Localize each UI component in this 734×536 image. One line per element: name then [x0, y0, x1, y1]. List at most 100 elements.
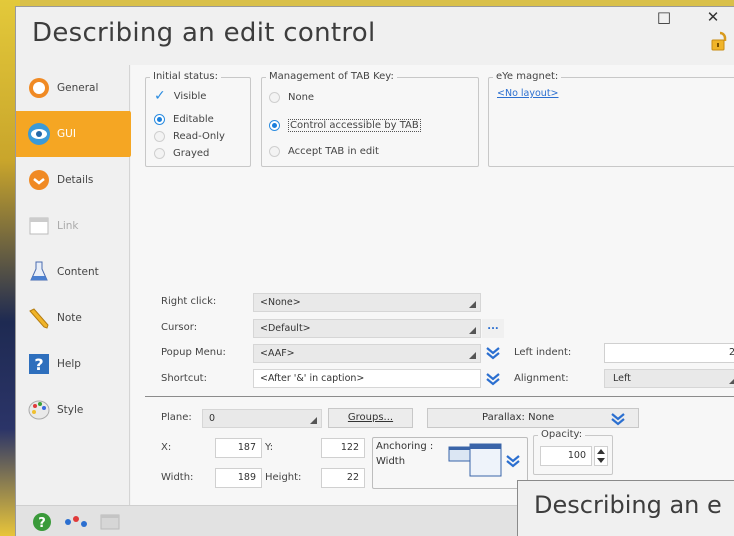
details-icon — [26, 167, 52, 193]
no-layout-link[interactable]: <No layout> — [497, 88, 559, 99]
shortcut-chevron-icon[interactable] — [485, 371, 501, 387]
sidebar-item-label: General — [57, 82, 99, 94]
combo-arrow-icon — [469, 301, 476, 308]
background-window: Describing an e — [517, 480, 734, 536]
radio-tab-accept[interactable]: Accept TAB in edit — [269, 146, 379, 157]
sidebar-item-style[interactable]: Style — [16, 387, 130, 433]
sidebar-item-general[interactable]: General — [16, 65, 130, 111]
right-click-combo[interactable]: <None> — [253, 293, 481, 312]
tab-key-group: Management of TAB Key: None Control acce… — [261, 71, 479, 167]
width-label: Width: — [161, 472, 194, 483]
sidebar-item-label: Details — [57, 174, 94, 186]
radio-editable[interactable]: Editable — [154, 114, 214, 125]
visible-checkbox[interactable]: ✓ Visible — [154, 88, 206, 104]
link-icon — [26, 213, 52, 239]
anchoring-chevron-icon — [506, 455, 520, 468]
pencil-icon — [26, 305, 52, 331]
opacity-group: Opacity: 100 — [533, 429, 613, 475]
radio-label: Editable — [173, 114, 214, 125]
opacity-spinner[interactable] — [594, 446, 608, 466]
shortcut-field[interactable]: <After '&' in caption> — [253, 369, 481, 388]
sidebar-item-content[interactable]: Content — [16, 249, 130, 295]
radio-indicator — [269, 120, 280, 131]
close-button[interactable]: ✕ — [693, 7, 733, 29]
plane-combo[interactable]: 0 — [202, 409, 322, 428]
group-title: Management of TAB Key: — [266, 71, 397, 82]
parallax-button[interactable]: Parallax: None — [427, 408, 639, 428]
cursor-label: Cursor: — [161, 322, 198, 333]
button-label: Parallax: None — [482, 412, 555, 423]
height-input[interactable]: 22 — [321, 468, 365, 488]
radio-tab-none[interactable]: None — [269, 92, 314, 103]
popup-menu-chevron-icon[interactable] — [485, 345, 501, 361]
alignment-combo[interactable]: Left — [604, 369, 734, 388]
anchoring-label: Anchoring : — [376, 441, 434, 452]
sidebar-item-link[interactable]: Link — [16, 203, 130, 249]
radio-label: Control accessible by TAB — [288, 119, 421, 132]
right-click-label: Right click: — [161, 296, 217, 307]
radio-label: Grayed — [173, 148, 210, 159]
group-title: Initial status: — [150, 71, 221, 82]
shortcut-label: Shortcut: — [161, 373, 207, 384]
maximize-button[interactable]: □ — [644, 7, 684, 29]
cursor-combo[interactable]: <Default> — [253, 319, 481, 338]
help-icon: ? — [26, 351, 52, 377]
group-title: eYe magnet: — [493, 71, 562, 82]
sidebar-item-label: Content — [57, 266, 99, 278]
checkmark-icon: ✓ — [154, 88, 166, 104]
combo-arrow-icon — [729, 377, 734, 384]
opacity-input[interactable]: 100 — [540, 446, 592, 466]
radio-indicator — [154, 131, 165, 142]
visible-label: Visible — [173, 90, 207, 102]
sidebar-item-label: Note — [57, 312, 82, 324]
anchoring-box[interactable]: Anchoring : Width — [372, 437, 528, 489]
popup-menu-label: Popup Menu: — [161, 347, 226, 358]
combo-value: 0 — [209, 413, 216, 424]
cursor-browse-button[interactable]: ... — [482, 319, 504, 338]
magnet-group: eYe magnet: <No layout> — [488, 71, 734, 167]
y-input[interactable]: 122 — [321, 438, 365, 458]
combo-arrow-icon — [469, 352, 476, 359]
button-label: Groups... — [347, 412, 394, 423]
sidebar-item-label: Link — [57, 220, 79, 232]
gui-panel: Initial status: ✓ Visible Editable Read-… — [131, 65, 734, 505]
x-input[interactable]: 187 — [215, 438, 262, 458]
sidebar-item-help[interactable]: ? Help — [16, 341, 130, 387]
window-title: Describing an edit control — [32, 18, 376, 48]
groups-button[interactable]: Groups... — [328, 408, 413, 428]
radio-indicator — [269, 92, 280, 103]
flow-icon[interactable] — [64, 514, 88, 530]
radio-read-only[interactable]: Read-Only — [154, 131, 225, 142]
parallax-chevron-icon — [611, 413, 625, 426]
radio-label: None — [288, 92, 315, 103]
help-circle-icon[interactable]: ? — [32, 512, 52, 532]
left-indent-input[interactable]: 2 — [604, 343, 734, 363]
sidebar-item-label: Help — [57, 358, 81, 370]
edit-control-dialog: Describing an edit control □ ✕ General G… — [15, 6, 734, 536]
initial-status-group: Initial status: ✓ Visible Editable Read-… — [145, 71, 251, 167]
sidebar-item-label: Style — [57, 404, 84, 416]
lock-icon[interactable] — [709, 30, 731, 52]
sidebar-item-details[interactable]: Details — [16, 157, 130, 203]
width-input[interactable]: 189 — [215, 468, 262, 488]
disabled-window-icon — [100, 514, 120, 530]
radio-indicator — [269, 146, 280, 157]
left-indent-label: Left indent: — [514, 347, 572, 358]
radio-grayed[interactable]: Grayed — [154, 148, 209, 159]
sidebar-item-gui[interactable]: GUI — [16, 111, 144, 157]
radio-indicator — [154, 114, 165, 125]
anchoring-value: Width — [376, 456, 406, 467]
radio-tab-accessible[interactable]: Control accessible by TAB — [269, 119, 421, 132]
field-value: <After '&' in caption> — [260, 373, 365, 384]
combo-value: Left — [613, 373, 631, 384]
svg-text:?: ? — [38, 516, 46, 531]
eye-icon — [26, 121, 52, 147]
height-label: Height: — [265, 472, 302, 483]
radio-indicator — [154, 148, 165, 159]
radio-label: Accept TAB in edit — [288, 146, 379, 157]
popup-menu-combo[interactable]: <AAF> — [253, 344, 481, 363]
title-bar: Describing an edit control □ ✕ — [16, 7, 734, 65]
combo-arrow-icon — [469, 327, 476, 334]
anchoring-preview-icon — [448, 443, 502, 477]
sidebar-item-note[interactable]: Note — [16, 295, 130, 341]
